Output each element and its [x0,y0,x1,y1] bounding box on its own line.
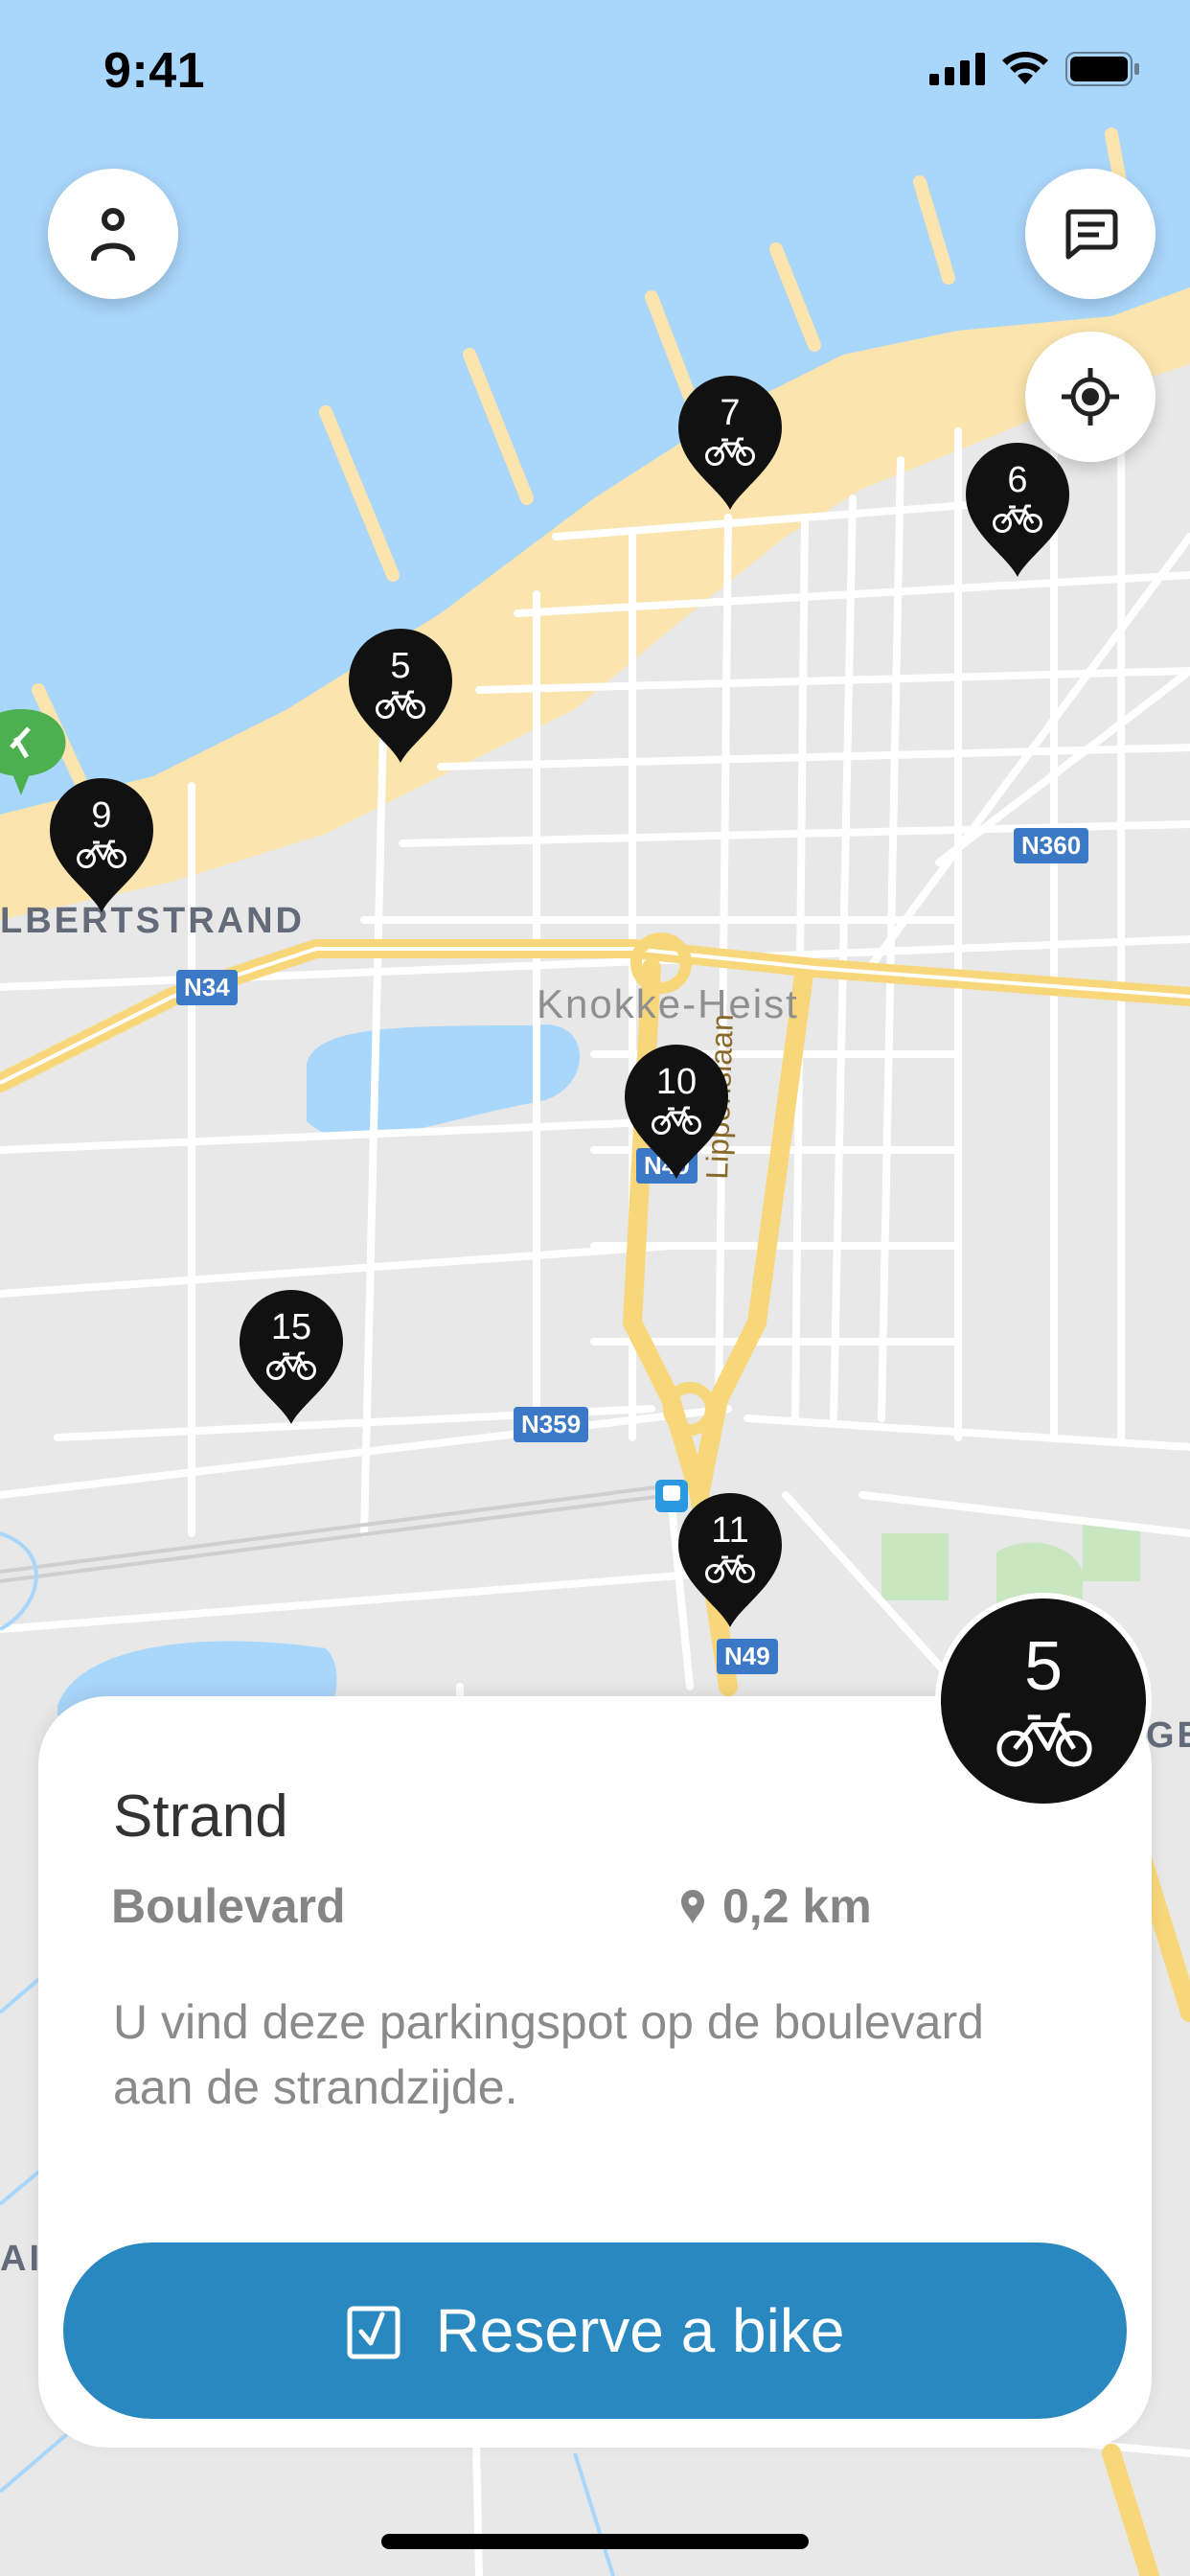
messages-button[interactable] [1025,169,1156,299]
pin-count: 11 [711,1510,749,1551]
pin-count: 9 [91,795,112,836]
place-label-knokke-heist: Knokke-Heist [537,981,799,1026]
home-indicator[interactable] [381,2534,809,2549]
signal-icon [929,53,985,85]
pin-count: 15 [270,1307,312,1347]
place-label-edge-right: GE [1146,1715,1190,1756]
pin-count: 7 [720,393,741,433]
bike-icon [705,437,755,466]
pin-count: 6 [1007,460,1028,500]
bike-icon [996,1713,1092,1767]
available-bikes-count: 5 [1023,1628,1064,1705]
place-label-edge-left: AI [0,2239,42,2279]
road-shield-n360: N360 [1014,828,1089,863]
battery-icon [1065,52,1139,86]
bike-icon [705,1554,755,1583]
checkbox-icon [347,2306,400,2359]
person-icon [91,208,135,261]
chat-icon [1065,209,1118,260]
location-pin-icon [681,1890,704,1923]
bike-station-pin-selected[interactable]: 5 [347,627,454,763]
profile-button[interactable] [48,169,178,299]
status-time: 9:41 [103,43,206,99]
bike-icon [652,1106,701,1135]
reserve-label: Reserve a bike [435,2296,845,2365]
bike-station-pin[interactable]: 11 [676,1491,784,1627]
status-icons [929,52,1140,86]
road-shield-n34: N34 [176,970,238,1005]
distance-value: 0,2 km [722,1879,872,1933]
road-shield-n49-south: N49 [717,1639,778,1674]
station-subtitle: Boulevard [111,1879,346,1933]
bike-station-pin[interactable]: 7 [676,374,784,510]
bike-icon [77,840,126,868]
locate-icon [1062,368,1119,426]
wifi-icon [1002,52,1048,84]
station-distance: 0,2 km [680,1878,872,1934]
status-bar: 9:41 [0,0,1190,144]
bike-station-pin[interactable]: 15 [238,1288,345,1424]
station-title: Strand [113,1783,288,1850]
bike-icon [993,504,1042,533]
road-shield-n359: N359 [514,1407,589,1442]
pin-count: 10 [655,1062,698,1102]
bike-station-pin[interactable]: 6 [964,441,1071,577]
bike-station-pin[interactable]: 10 [623,1043,730,1179]
bike-station-pin[interactable]: 9 [48,776,155,912]
available-bikes-badge: 5 [935,1593,1152,1809]
bike-icon [266,1351,316,1380]
reserve-bike-button[interactable]: Reserve a bike [63,2242,1127,2419]
bike-icon [376,690,425,719]
pin-count: 5 [390,646,411,686]
station-description: U vind deze parkingspot op de boulevard … [113,1995,984,2114]
